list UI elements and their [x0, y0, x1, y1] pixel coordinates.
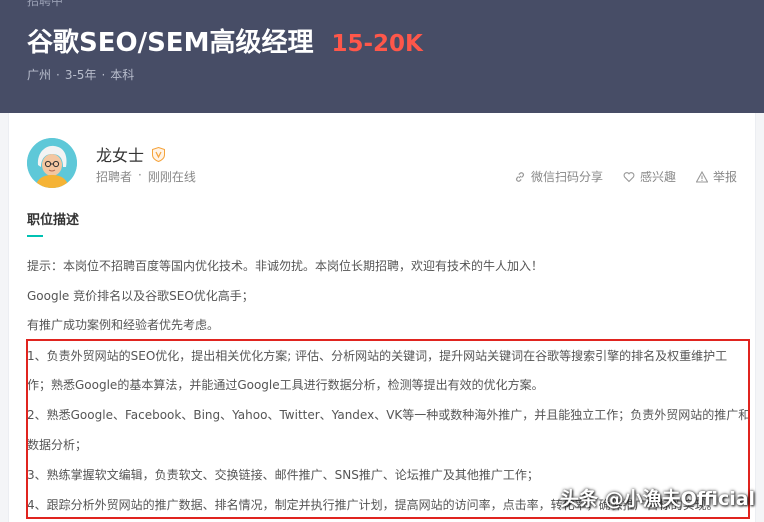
share-button[interactable]: 微信扫码分享 [514, 168, 603, 185]
heart-icon [623, 171, 635, 182]
warning-icon [695, 170, 708, 183]
title-row: 谷歌SEO/SEM高级经理 15-20K [27, 22, 423, 59]
section-underline [27, 235, 43, 237]
job-education: 本科 [110, 68, 135, 82]
recruiter-name: 龙女士 [96, 146, 145, 165]
recruiter-separator: · [138, 168, 142, 182]
recruiter-status: 刚刚在线 [147, 170, 196, 184]
salary: 15-20K [331, 31, 423, 57]
interest-button[interactable]: 感兴趣 [623, 168, 676, 185]
job-experience: 3-5年 [64, 68, 97, 82]
job-header: 招聘中 谷歌SEO/SEM高级经理 15-20K 广州 · 3-5年 · 本科 [0, 0, 764, 113]
share-label: 微信扫码分享 [530, 170, 603, 184]
recruiter-avatar-icon [27, 138, 77, 188]
section-title: 职位描述 [27, 213, 80, 228]
report-button[interactable]: 举报 [695, 168, 737, 185]
description-line: 提示：本岗位不招聘百度等国内优化技术。非诚勿扰。本岗位长期招聘，欢迎有技术的牛人… [27, 259, 544, 273]
job-title: 谷歌SEO/SEM高级经理 [27, 28, 314, 58]
verified-v-icon [152, 146, 166, 162]
watermark: 头条 @小漁夫Official [560, 488, 756, 510]
recruiter-name-row: 龙女士 [96, 142, 166, 166]
description-line: Google 竞价排名以及谷歌SEO优化高手； [27, 289, 254, 303]
interest-label: 感兴趣 [639, 170, 676, 184]
meta-separator: · [56, 67, 60, 82]
job-detail-card: 龙女士 招聘者 · 刚刚在线 微信扫码分享 感兴趣 举报 职位描述 提示：本岗位… [8, 113, 756, 522]
recruiter-role: 招聘者 [96, 170, 133, 184]
avatar[interactable] [27, 138, 77, 188]
recruiter-info: 招聘者 · 刚刚在线 [96, 168, 196, 185]
job-status-tag: 招聘中 [27, 0, 64, 8]
link-icon [515, 171, 524, 182]
job-meta: 广州 · 3-5年 · 本科 [27, 66, 134, 83]
job-actions: 微信扫码分享 感兴趣 举报 [494, 168, 737, 185]
meta-separator: · [101, 67, 106, 82]
report-label: 举报 [712, 170, 737, 184]
job-city: 广州 [27, 68, 52, 82]
description-line: 有推广成功案例和经验者优先考虑。 [27, 318, 220, 332]
